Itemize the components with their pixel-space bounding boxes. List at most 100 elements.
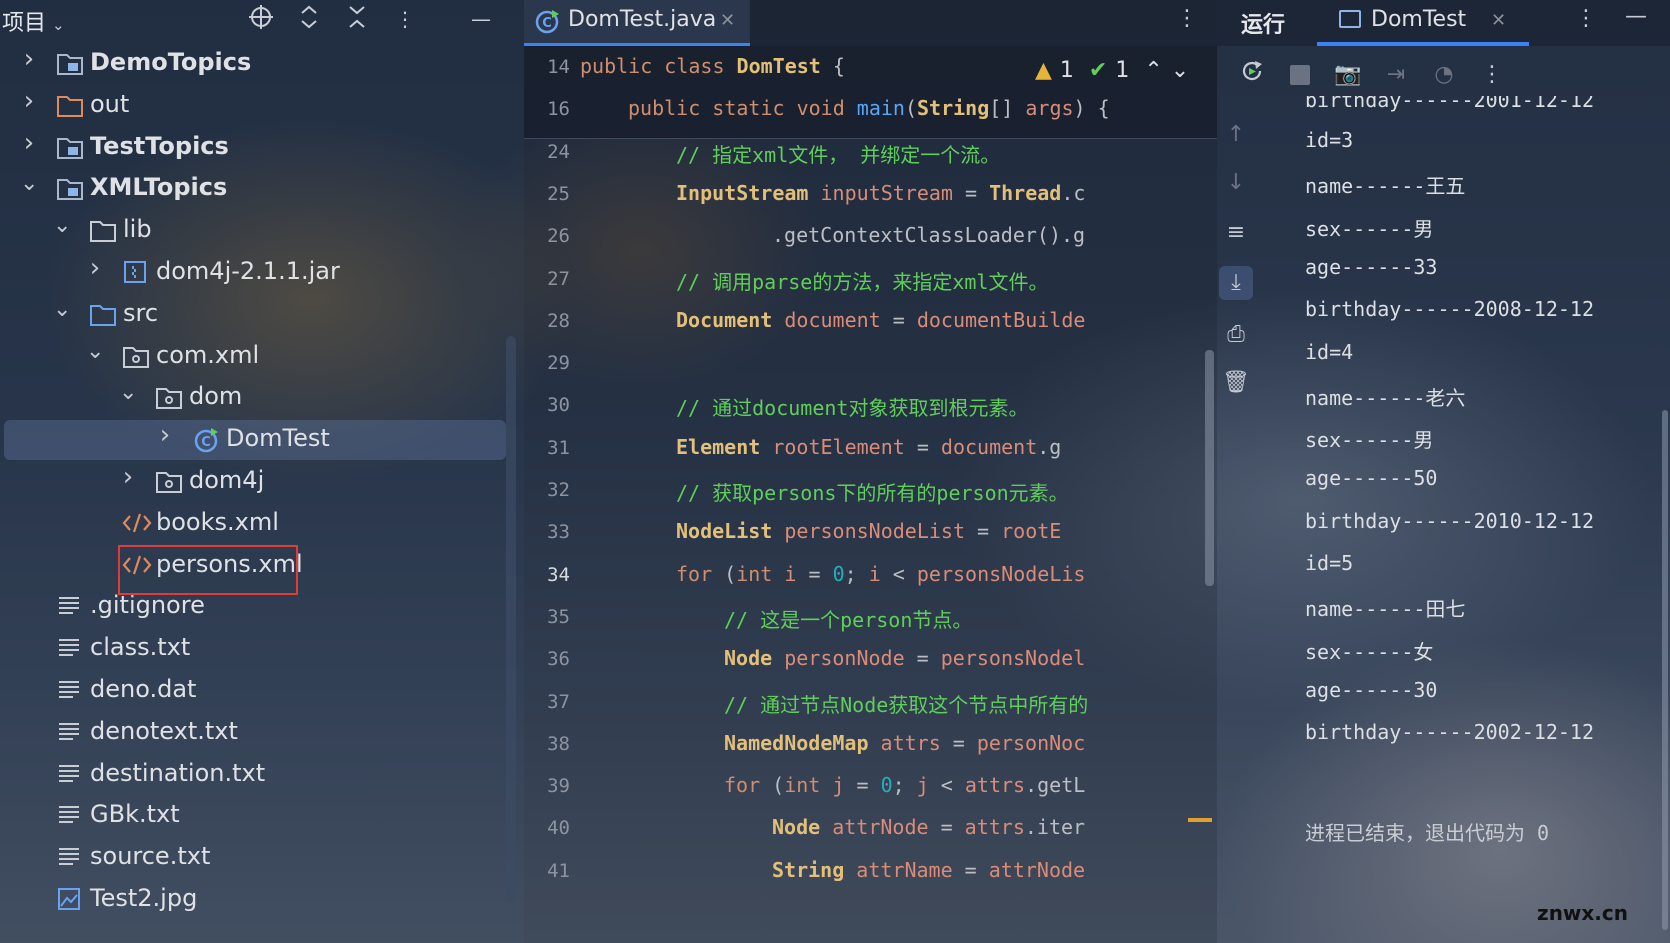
- tree-item-dom4j-2-1-1-jar[interactable]: › dom4j-2.1.1.jar: [0, 253, 510, 293]
- console-scrollbar[interactable]: [1662, 410, 1668, 930]
- tree-item-xmltopics[interactable]: ⌄ XMLTopics: [0, 169, 510, 209]
- code-line[interactable]: // 调用parse的方法，来指定xml文件。: [676, 266, 1048, 295]
- chevron-down-icon[interactable]: ⌄: [86, 339, 104, 364]
- console-icon: [1339, 10, 1361, 28]
- tree-item-src[interactable]: ⌄ src: [0, 295, 510, 335]
- code-line[interactable]: String attrName = attrNode: [772, 858, 1085, 882]
- text-file-icon: [56, 677, 84, 705]
- run-minimize-icon[interactable]: —: [1625, 4, 1647, 29]
- close-run-tab-icon[interactable]: ✕: [1491, 10, 1506, 31]
- tree-item-label: dom4j-2.1.1.jar: [156, 257, 340, 285]
- module-folder-icon: [56, 50, 84, 78]
- code-line[interactable]: for (int j = 0; j < attrs.getL: [724, 773, 1085, 797]
- tree-item-class-txt[interactable]: class.txt: [0, 629, 510, 669]
- tree-item-destination-txt[interactable]: destination.txt: [0, 755, 510, 795]
- tree-item-denotext-txt[interactable]: denotext.txt: [0, 713, 510, 753]
- chevron-right-icon[interactable]: ›: [86, 253, 104, 283]
- code-line[interactable]: // 指定xml文件， 并绑定一个流。: [676, 139, 1000, 168]
- chevron-down-icon[interactable]: ⌄: [53, 213, 71, 238]
- code-line[interactable]: // 通过节点Node获取这个节点中所有的: [724, 689, 1088, 718]
- tree-item-test2-jpg[interactable]: Test2.jpg: [0, 880, 510, 920]
- tree-item-deno-dat[interactable]: deno.dat: [0, 671, 510, 711]
- previous-highlight-icon[interactable]: ⌃: [1144, 58, 1162, 83]
- code-line[interactable]: // 这是一个person节点。: [724, 604, 972, 633]
- run-tab-label: DomTest: [1371, 7, 1467, 32]
- run-tab-domtest[interactable]: DomTest ✕: [1317, 0, 1529, 46]
- module-folder-icon: [56, 134, 84, 162]
- locate-target-icon[interactable]: [246, 4, 276, 34]
- collapse-all-icon[interactable]: [342, 4, 372, 34]
- chevron-down-icon[interactable]: ⌄: [20, 171, 38, 196]
- run-toolbar-more-icon[interactable]: ⋮: [1475, 58, 1509, 92]
- chevron-right-icon[interactable]: ›: [20, 44, 38, 74]
- tree-item-testtopics[interactable]: › TestTopics: [0, 128, 510, 168]
- tab-options-more-icon[interactable]: ⋮: [1176, 6, 1198, 31]
- tree-item-label: books.xml: [156, 507, 279, 536]
- close-tab-icon[interactable]: ✕: [720, 10, 735, 31]
- chevron-right-icon[interactable]: ›: [156, 420, 174, 450]
- profiler-gauge-icon[interactable]: ◔: [1427, 58, 1461, 92]
- run-panel-title: 运行: [1241, 13, 1286, 38]
- next-highlight-icon[interactable]: ⌄: [1171, 58, 1189, 83]
- tree-item-lib[interactable]: ⌄ lib: [0, 211, 510, 251]
- excluded-folder-icon: [56, 92, 84, 120]
- xml-file-icon: [122, 510, 152, 538]
- chevron-down-icon[interactable]: ⌄: [119, 380, 137, 405]
- code-line[interactable]: InputStream inputStream = Thread.c: [676, 181, 1085, 205]
- line-number: 34: [547, 563, 570, 586]
- project-scrollbar[interactable]: [506, 336, 516, 902]
- soft-wrap-icon[interactable]: ≡: [1219, 216, 1253, 250]
- tree-item-label: denotext.txt: [90, 716, 238, 745]
- chevron-right-icon[interactable]: ›: [20, 128, 38, 158]
- print-icon[interactable]: ⎙: [1219, 318, 1253, 352]
- rerun-icon[interactable]: [1235, 58, 1269, 92]
- minimize-icon[interactable]: —: [466, 4, 496, 34]
- folder-icon: [89, 217, 117, 245]
- code-line[interactable]: for (int i = 0; i < personsNodeLis: [676, 562, 1085, 586]
- tree-item-dom[interactable]: ⌄ dom: [0, 378, 510, 418]
- tree-item-demotopics[interactable]: › DemoTopics: [0, 44, 510, 84]
- tree-item-books-xml[interactable]: books.xml: [0, 504, 510, 544]
- code-line[interactable]: // 通过document对象获取到根元素。: [676, 392, 1028, 421]
- run-options-more-icon[interactable]: ⋮: [1575, 6, 1597, 31]
- chevron-right-icon[interactable]: ›: [119, 462, 137, 492]
- project-view-selector[interactable]: 项目 ⌄: [2, 5, 65, 37]
- arrow-down-icon[interactable]: ↓: [1219, 166, 1253, 200]
- code-line[interactable]: .getContextClassLoader().g: [772, 223, 1085, 247]
- code-line[interactable]: public class DomTest {: [580, 54, 845, 78]
- text-file-icon: [56, 593, 84, 621]
- code-line[interactable]: Document document = documentBuilde: [676, 308, 1085, 332]
- code-line[interactable]: public static void main(String[] args) {: [628, 96, 1110, 120]
- options-more-icon[interactable]: ⋮: [390, 4, 420, 34]
- expand-all-icon[interactable]: [294, 4, 324, 34]
- code-line[interactable]: Node attrNode = attrs.iter: [772, 815, 1085, 839]
- tree-item-out[interactable]: › out: [0, 86, 510, 126]
- package-icon: [122, 343, 150, 371]
- camera-icon[interactable]: 📷: [1331, 58, 1365, 92]
- editor-tab-domtest[interactable]: C DomTest.java ✕: [524, 0, 750, 46]
- arrow-up-icon[interactable]: ↑: [1219, 118, 1253, 152]
- image-file-icon: [56, 886, 84, 914]
- tree-item-gbk-txt[interactable]: GBk.txt: [0, 796, 510, 836]
- code-line[interactable]: // 获取persons下的所有的person元素。: [676, 477, 1069, 506]
- code-line[interactable]: NodeList personsNodeList = rootE: [676, 519, 1061, 543]
- tree-item-dom4j[interactable]: › dom4j: [0, 462, 510, 502]
- tree-item-domtest[interactable]: › C DomTest: [4, 420, 506, 461]
- scroll-to-end-icon[interactable]: ⤓: [1219, 266, 1253, 300]
- exit-icon[interactable]: ⇥: [1379, 58, 1413, 92]
- tree-item-com-xml[interactable]: ⌄ com.xml: [0, 337, 510, 377]
- text-file-icon: [56, 761, 84, 789]
- code-line[interactable]: NamedNodeMap attrs = personNoc: [724, 731, 1085, 755]
- editor-tab-bar: C DomTest.java ✕ ⋮: [524, 0, 1217, 46]
- code-line[interactable]: Element rootElement = document.g: [676, 435, 1061, 459]
- inspection-widget[interactable]: ▲ 1 ✔ 1 ⌃ ⌄: [1035, 58, 1197, 83]
- tree-item-source-txt[interactable]: source.txt: [0, 838, 510, 878]
- chevron-right-icon[interactable]: ›: [20, 86, 38, 116]
- chevron-down-icon[interactable]: ⌄: [53, 297, 71, 322]
- text-file-icon: [56, 844, 84, 872]
- editor-scrollbar[interactable]: [1205, 350, 1214, 586]
- stop-icon[interactable]: [1283, 58, 1317, 92]
- code-line[interactable]: Node personNode = personsNodel: [724, 646, 1085, 670]
- console-line: name------王五: [1305, 174, 1466, 199]
- trash-icon[interactable]: 🗑: [1219, 366, 1253, 400]
